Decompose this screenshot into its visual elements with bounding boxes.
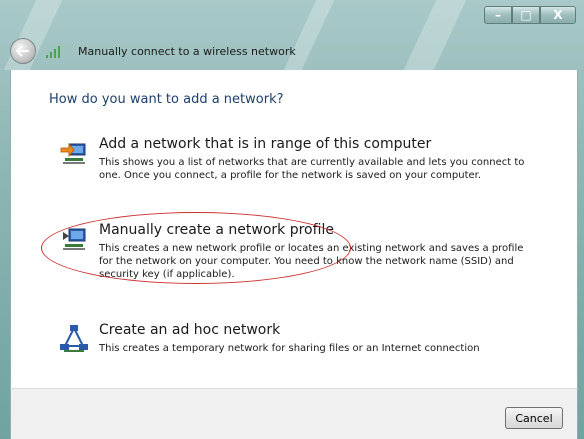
back-button[interactable]: [10, 38, 36, 64]
window-controls: – □ X: [484, 6, 576, 24]
option-title: Create an ad hoc network: [99, 322, 281, 338]
network-profile-icon: [63, 228, 86, 250]
option-title: Manually create a network profile: [99, 222, 334, 238]
maximize-button[interactable]: □: [512, 6, 540, 24]
glass-streak: [403, 0, 467, 70]
close-button[interactable]: X: [540, 6, 576, 24]
cancel-button[interactable]: Cancel: [505, 407, 563, 429]
network-add-icon: [60, 142, 86, 164]
option-add-network-in-range[interactable]: Add a network that is in range of this c…: [59, 136, 529, 186]
navigation-bar: Manually connect to a wireless network: [10, 38, 296, 64]
option-title: Add a network that is in range of this c…: [99, 136, 432, 152]
window-title: Manually connect to a wireless network: [78, 44, 296, 58]
option-create-ad-hoc-network[interactable]: Create an ad hoc network This creates a …: [59, 322, 529, 362]
title-bar: – □ X Manually connect to a wireless net…: [0, 0, 584, 70]
adhoc-network-icon: [60, 325, 88, 352]
option-description: This shows you a list of networks that a…: [99, 157, 525, 181]
page-question: How do you want to add a network?: [49, 92, 284, 107]
wizard-content: How do you want to add a network? Add a …: [10, 70, 578, 388]
option-description: This creates a temporary network for sha…: [99, 343, 480, 354]
back-arrow-icon: [16, 45, 29, 57]
wizard-footer: Cancel: [10, 388, 578, 439]
wizard-window: – □ X Manually connect to a wireless net…: [0, 0, 584, 439]
wireless-signal-icon: [46, 44, 64, 58]
option-description: This creates a new network profile or lo…: [99, 243, 524, 280]
minimize-button[interactable]: –: [484, 6, 512, 24]
option-manually-create-profile[interactable]: Manually create a network profile This c…: [59, 222, 529, 284]
